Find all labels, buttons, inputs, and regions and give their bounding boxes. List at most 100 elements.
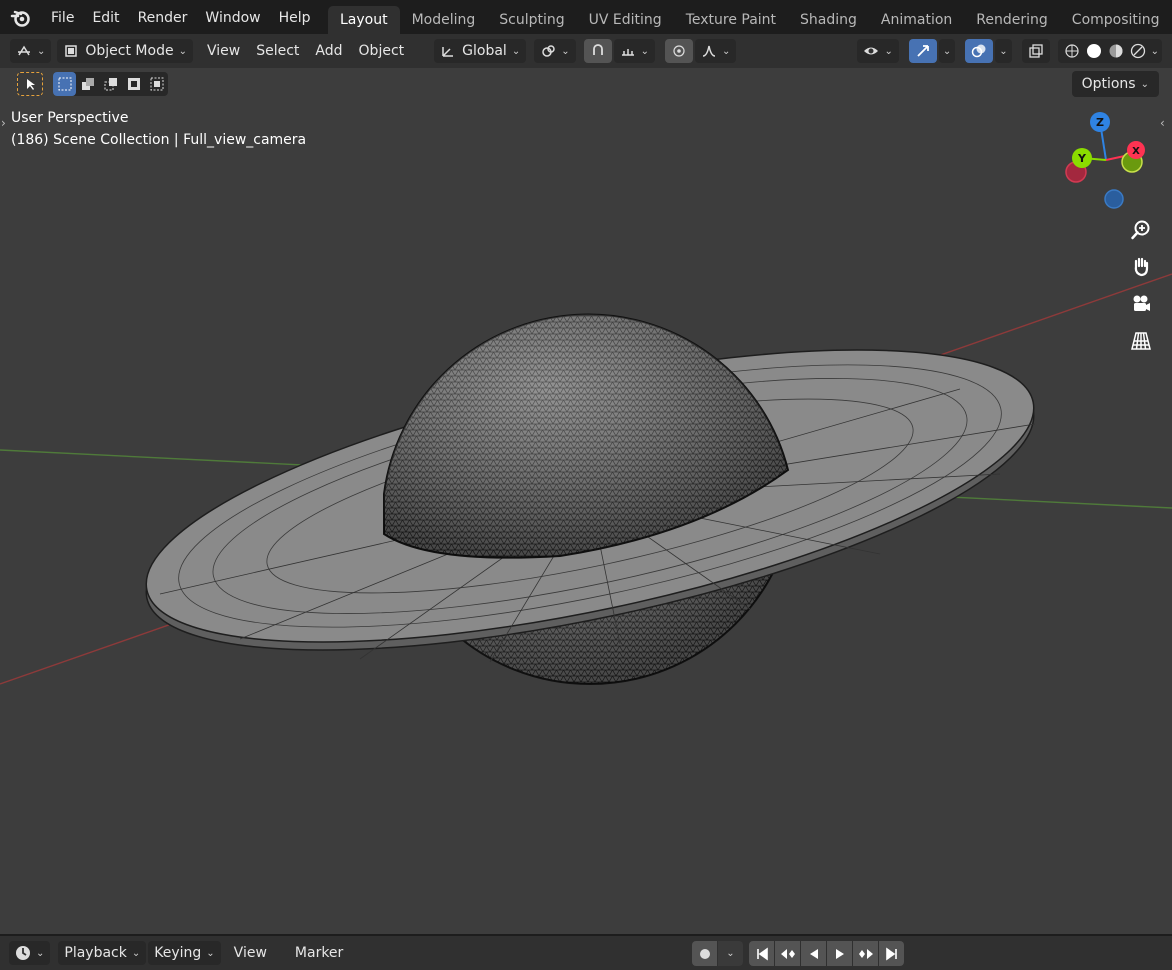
chevron-down-icon: ⌄ [721,45,731,57]
toolbar-expand-icon[interactable]: › [1,116,6,130]
grid-icon [1131,332,1151,350]
zoom-icon [1131,220,1150,240]
select-subtract-icon [104,78,117,91]
menu-object[interactable]: Object [351,43,413,59]
transform-orientation-select[interactable]: Global ⌄ [434,39,527,63]
tab-layout[interactable]: Layout [328,6,400,34]
jump-keyframe-forward-button[interactable] [853,941,878,966]
editor-type-button[interactable]: ⌄ [10,39,52,63]
playback-menu[interactable]: Playback ⌄ [58,941,147,965]
options-dropdown[interactable]: Options ⌄ [1071,71,1159,97]
navigation-gizmo[interactable]: Z Y X [1058,110,1168,220]
menu-render[interactable]: Render [129,0,197,36]
overlay-icon [971,44,986,58]
snap-toggle[interactable] [583,39,612,63]
timeline-editor-type[interactable]: ⌄ [9,941,51,965]
camera-view-button[interactable] [1124,287,1158,321]
keying-options[interactable]: ⌄ [718,941,743,966]
play-button[interactable] [827,941,852,966]
perspective-toggle-button[interactable] [1124,324,1158,358]
xray-icon [1028,44,1043,58]
gizmo-options[interactable]: ⌄ [938,39,956,63]
active-tool-button[interactable] [17,72,43,96]
tab-animation[interactable]: Animation [869,6,964,34]
solid-shading-icon[interactable] [1086,43,1102,59]
select-invert-button[interactable] [122,72,145,96]
play-reverse-button[interactable] [801,941,826,966]
select-invert-icon [127,78,140,90]
chevron-down-icon: ⌄ [884,45,893,57]
tab-sculpting[interactable]: Sculpting [487,6,576,34]
jump-end-button[interactable] [879,941,904,966]
keying-label: Keying [154,945,202,961]
jump-keyframe-back-button[interactable] [775,941,800,966]
record-icon [699,948,710,959]
select-intersect-icon [150,77,163,91]
gizmo-neg-z[interactable] [1104,189,1124,209]
proportional-falloff-select[interactable]: ⌄ [694,39,737,63]
jump-start-button[interactable] [749,941,774,966]
playback-controls: ⌄ [692,941,905,966]
zoom-button[interactable] [1124,213,1158,247]
select-extend-button[interactable] [76,72,99,96]
pivot-point-select[interactable]: ⌄ [534,39,576,63]
options-label: Options [1081,76,1136,92]
select-intersect-button[interactable] [145,72,168,96]
viewport-header: ⌄ Object Mode ⌄ View Select Add Object G… [0,34,1172,68]
tab-rendering[interactable]: Rendering [964,6,1060,34]
proportional-edit-toggle[interactable] [664,39,693,63]
overlay-toggle[interactable] [965,39,994,63]
menu-select[interactable]: Select [248,43,307,59]
chevron-down-icon: ⌄ [206,947,215,959]
wireframe-shading-icon[interactable] [1064,43,1080,59]
object-mode-icon [65,45,78,57]
pan-button[interactable] [1124,250,1158,284]
mode-select[interactable]: Object Mode ⌄ [57,39,193,63]
gizmo-x-label: X [1132,146,1140,157]
chevron-down-icon: ⌄ [36,947,45,959]
gizmo-toggle[interactable] [908,39,937,63]
orientation-label: Global [462,43,507,59]
select-tool-icon [27,79,35,90]
keyframe-forward-icon [858,948,873,959]
shading-mode-group: ⌄ [1057,39,1162,63]
select-subtract-button[interactable] [99,72,122,96]
menu-window[interactable]: Window [196,0,269,36]
chevron-down-icon: ⌄ [640,45,649,57]
menu-view[interactable]: View [199,43,248,59]
select-new-button[interactable] [53,72,76,96]
tab-compositing[interactable]: Compositing [1060,6,1172,34]
menu-help[interactable]: Help [270,0,320,36]
tab-texture-paint[interactable]: Texture Paint [674,6,788,34]
xray-toggle[interactable] [1021,39,1050,63]
blender-logo[interactable] [10,7,32,29]
falloff-curve-icon [702,45,716,57]
selection-mode-group [53,72,168,96]
menu-edit[interactable]: Edit [83,0,128,36]
tab-shading[interactable]: Shading [788,6,869,34]
3d-viewport[interactable]: ⌄ Object Mode ⌄ View Select Add Object G… [0,34,1172,934]
chevron-down-icon[interactable]: ⌄ [1151,46,1159,57]
tab-uv-editing[interactable]: UV Editing [577,6,674,34]
chevron-down-icon: ⌄ [726,948,735,959]
snap-icon [592,44,603,55]
chevron-down-icon: ⌄ [37,45,46,57]
material-shading-icon[interactable] [1108,43,1124,59]
pan-hand-icon [1134,257,1149,277]
snap-target-select[interactable]: ⌄ [613,39,655,63]
timeline-menu-marker[interactable]: Marker [286,945,352,961]
pivot-icon [542,45,555,57]
chevron-down-icon: ⌄ [131,947,141,959]
menu-file[interactable]: File [42,0,83,36]
rendered-shading-icon[interactable] [1130,43,1146,59]
auto-keying-toggle[interactable] [692,941,717,966]
keying-menu[interactable]: Keying ⌄ [148,941,221,965]
keyframe-back-icon [780,948,795,959]
overlay-options[interactable]: ⌄ [995,39,1012,63]
select-new-icon [58,77,71,91]
tab-modeling[interactable]: Modeling [400,6,488,34]
timeline-menu-view[interactable]: View [225,945,276,961]
visibility-select[interactable]: ⌄ [857,39,899,63]
chevron-down-icon: ⌄ [178,45,187,57]
menu-add[interactable]: Add [307,43,350,59]
